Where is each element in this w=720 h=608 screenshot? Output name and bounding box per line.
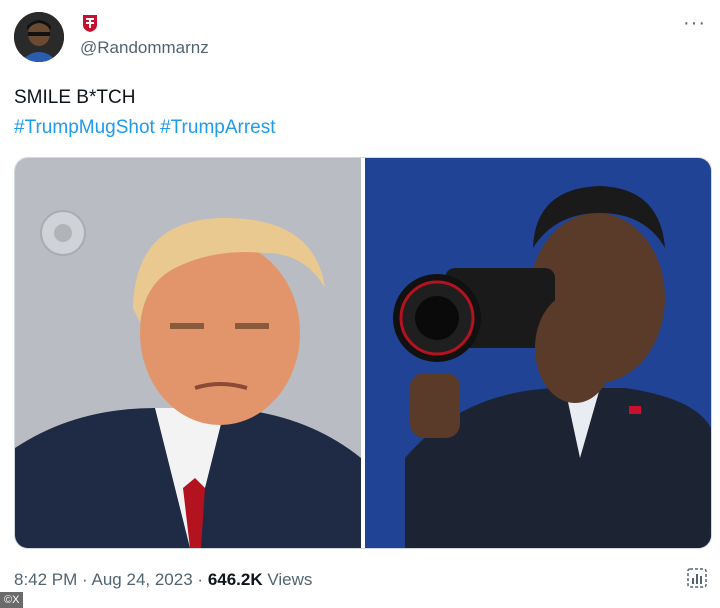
tweet-meta: 8:42 PM · Aug 24, 2023 · 646.2K Views xyxy=(14,570,312,590)
hashtag-trumparrest[interactable]: #TrumpArrest xyxy=(160,117,275,138)
red-emblem-icon xyxy=(80,13,100,33)
tweet-time[interactable]: 8:42 PM xyxy=(14,570,77,589)
meta-separator: · xyxy=(197,570,204,589)
camera-photographer-photo[interactable] xyxy=(364,158,712,548)
views-count: 646.2K xyxy=(207,570,263,589)
media-grid xyxy=(14,157,712,549)
meta-separator: · xyxy=(82,570,88,589)
tweet-date[interactable]: Aug 24, 2023 xyxy=(92,570,193,589)
hashtag-trumpmugshot[interactable]: #TrumpMugShot xyxy=(14,117,155,138)
tweet-card: @Randommarnz ··· SMILE B*TCH #TrumpMugSh… xyxy=(0,0,720,608)
mugshot-photo[interactable] xyxy=(15,158,362,548)
user-handle[interactable]: @Randommarnz xyxy=(80,38,209,58)
source-tag: ©X xyxy=(0,592,24,608)
analytics-icon[interactable] xyxy=(686,567,708,589)
avatar[interactable] xyxy=(14,12,64,62)
tweet-text: SMILE B*TCH xyxy=(14,87,136,108)
views-label: Views xyxy=(267,570,313,589)
hashtags: #TrumpMugShot #TrumpArrest xyxy=(14,117,276,139)
more-options-icon[interactable]: ··· xyxy=(683,12,706,35)
